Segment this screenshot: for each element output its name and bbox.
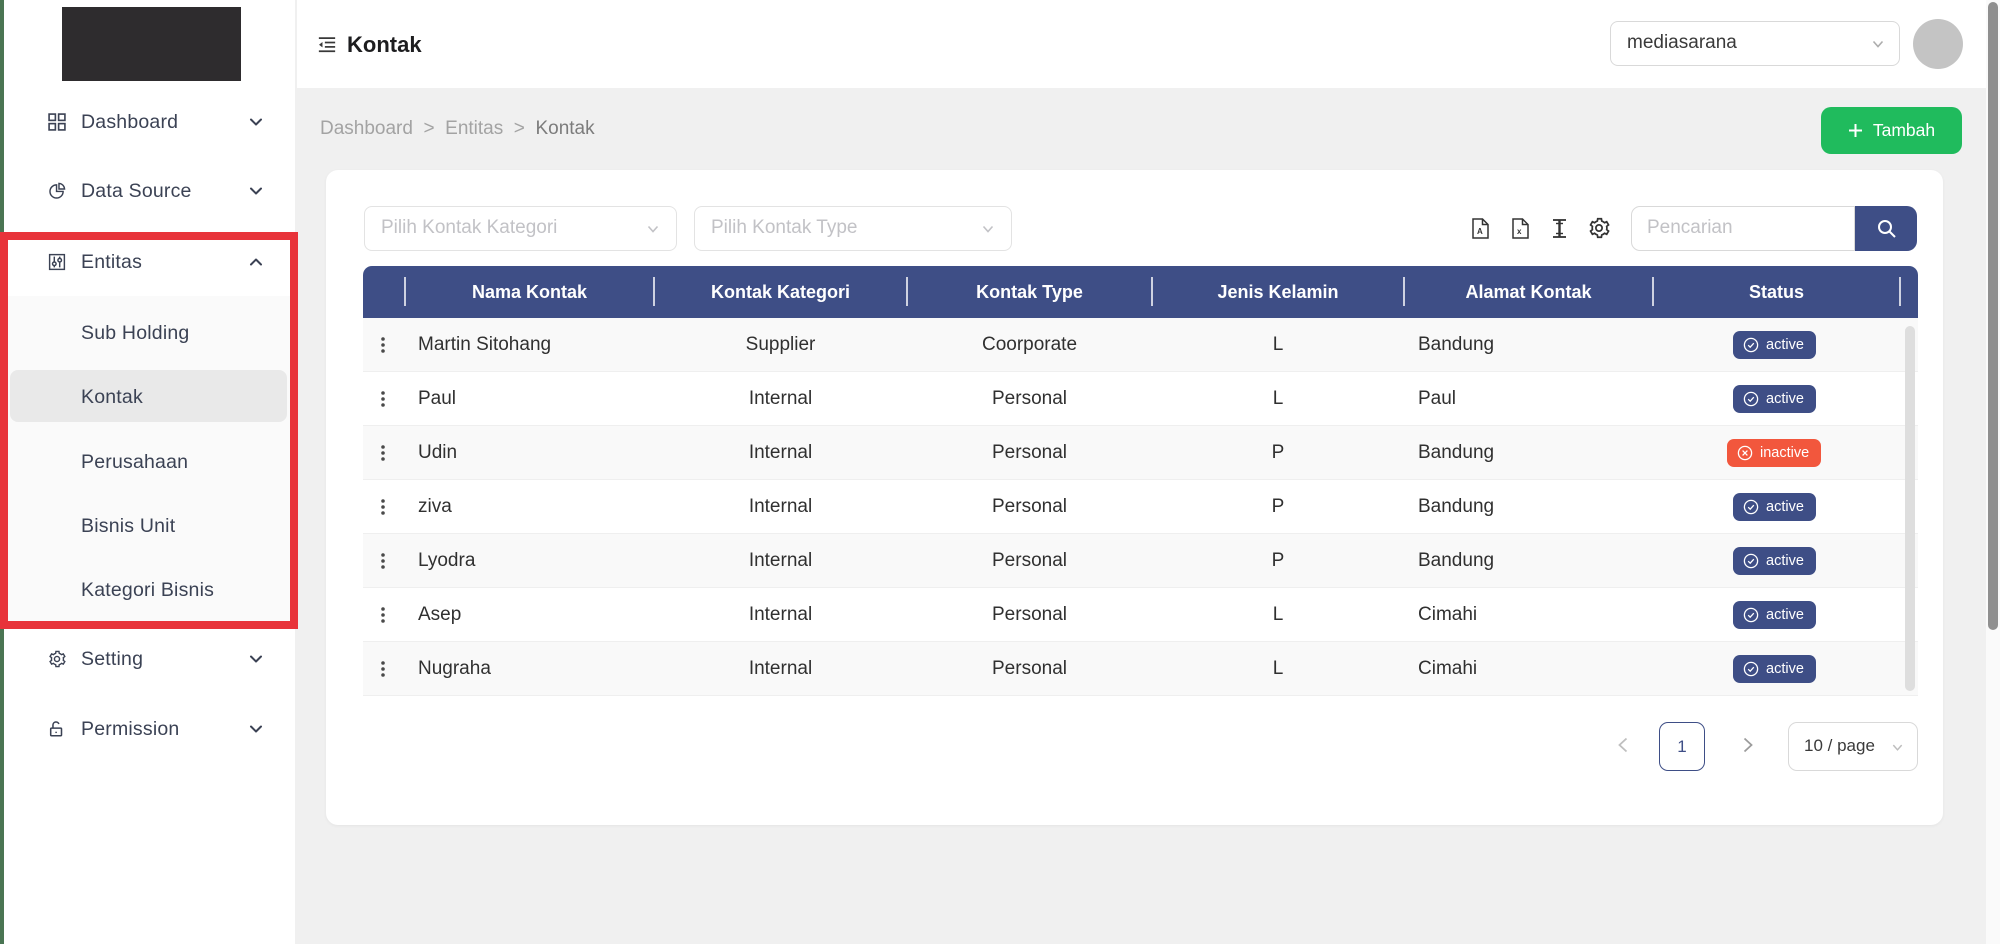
svg-text:x: x [1517, 227, 1522, 236]
svg-text:A: A [1477, 227, 1483, 236]
